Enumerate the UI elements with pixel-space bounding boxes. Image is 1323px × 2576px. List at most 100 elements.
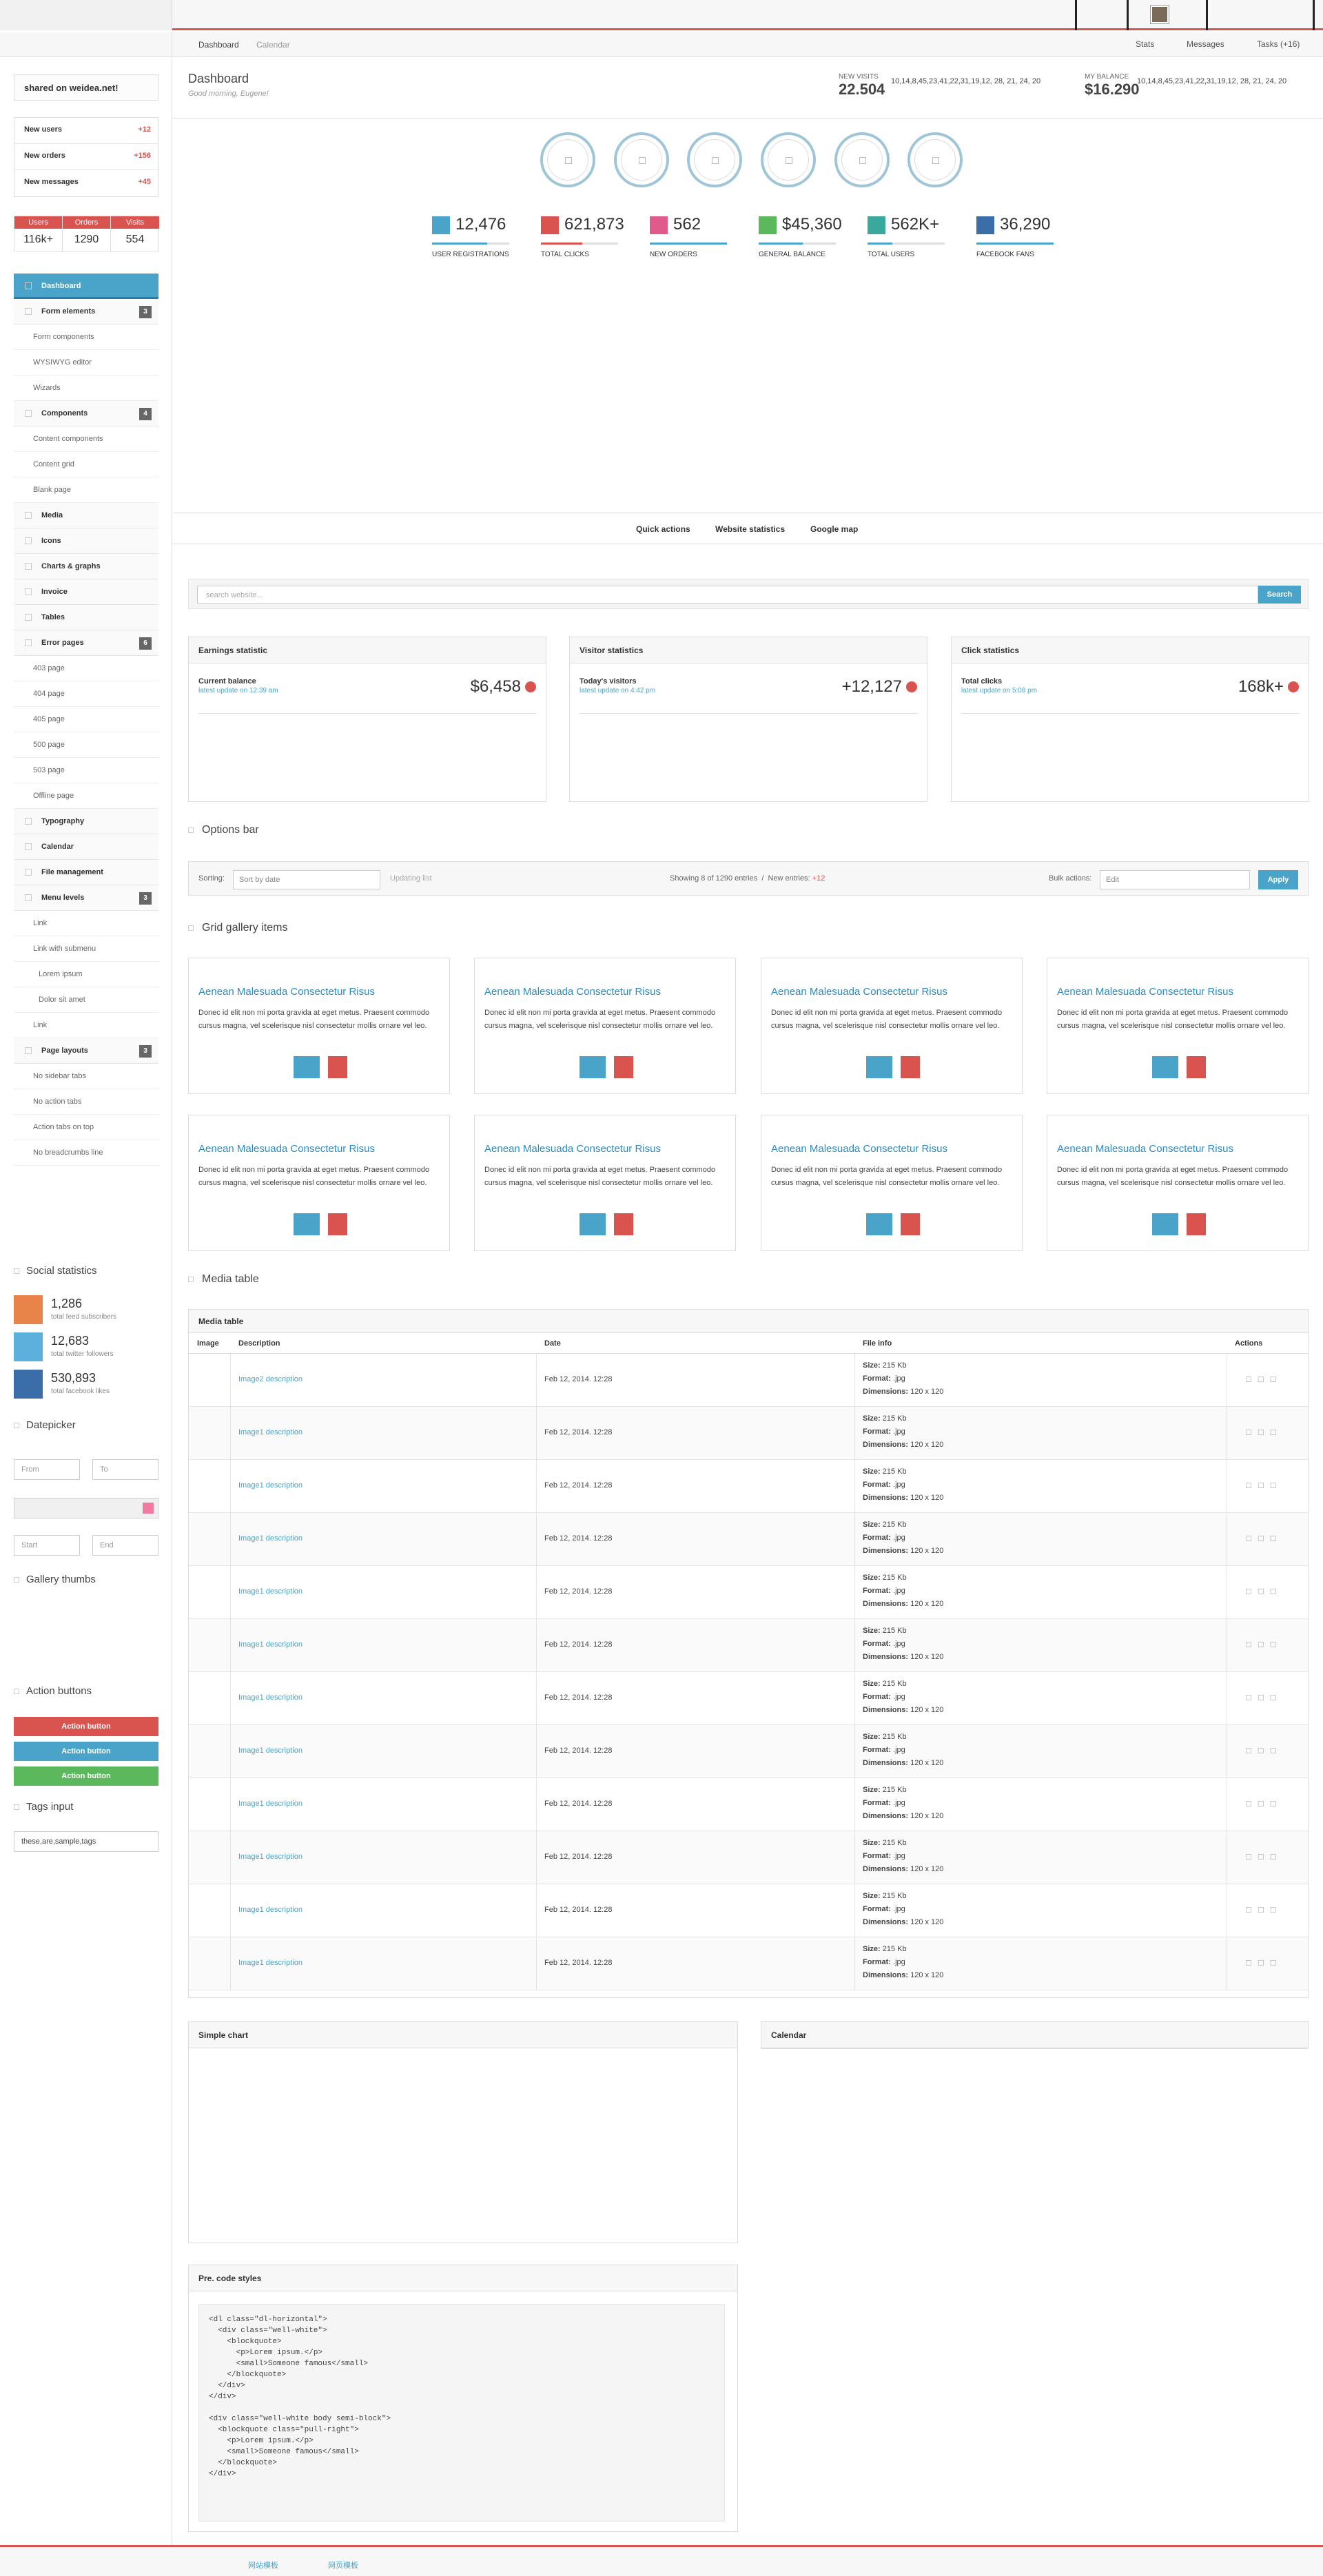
stats-link[interactable]: Stats (1136, 39, 1154, 49)
sidebar-item[interactable]: Tables (14, 605, 158, 630)
sidebar-item[interactable]: File management (14, 860, 158, 885)
delete-button[interactable] (614, 1213, 633, 1235)
user-avatar[interactable] (1151, 6, 1169, 23)
row-actions[interactable]: ☐☐☐ (1245, 1853, 1282, 1862)
sidebar-item[interactable]: Calendar (14, 834, 158, 860)
card-title[interactable]: Aenean Malesuada Consectetur Risus (771, 1143, 947, 1155)
sort-select[interactable]: Sort by date (233, 870, 380, 889)
card-title[interactable]: Aenean Malesuada Consectetur Risus (771, 986, 947, 998)
tasks-link[interactable]: Tasks (+16) (1257, 39, 1300, 49)
circle-button[interactable] (614, 132, 669, 187)
bulk-actions-select[interactable]: Edit (1100, 870, 1250, 889)
row-description[interactable]: Image1 description (238, 1481, 302, 1490)
row-actions[interactable]: ☐☐☐ (1245, 1959, 1282, 1968)
row-actions[interactable]: ☐☐☐ (1245, 1428, 1282, 1437)
row-actions[interactable]: ☐☐☐ (1245, 1906, 1282, 1915)
tab-quick-actions[interactable]: Quick actions (636, 524, 690, 534)
row-description[interactable]: Image1 description (238, 1587, 302, 1596)
sidebar-item[interactable]: Form components (14, 324, 158, 350)
view-button[interactable] (294, 1213, 320, 1235)
footer-link[interactable]: 网站模板 (248, 2559, 278, 2570)
sidebar-item[interactable]: Action tabs on top (14, 1115, 158, 1140)
delete-button[interactable] (1187, 1213, 1206, 1235)
sidebar-item[interactable]: Content components (14, 426, 158, 452)
date-from-input[interactable]: From (14, 1459, 80, 1480)
card-title[interactable]: Aenean Malesuada Consectetur Risus (198, 986, 375, 998)
sidebar-item[interactable]: Form elements 3 (14, 299, 158, 324)
breadcrumb-calendar[interactable]: Calendar (256, 40, 290, 50)
sidebar-item[interactable]: WYSIWYG editor (14, 350, 158, 375)
row-actions[interactable]: ☐☐☐ (1245, 1693, 1282, 1702)
circle-button[interactable] (834, 132, 890, 187)
sidebar-item[interactable]: Components 4 (14, 401, 158, 426)
card-title[interactable]: Aenean Malesuada Consectetur Risus (1057, 1143, 1233, 1155)
row-description[interactable]: Image1 description (238, 1693, 302, 1702)
delete-button[interactable] (328, 1056, 347, 1078)
delete-button[interactable] (1187, 1056, 1206, 1078)
range-start-input[interactable]: Start (14, 1535, 80, 1556)
row-description[interactable]: Image1 description (238, 1746, 302, 1755)
counter-new-users[interactable]: New users +12 (14, 118, 158, 144)
sidebar-item[interactable]: Page layouts 3 (14, 1038, 158, 1064)
view-button[interactable] (580, 1056, 606, 1078)
sidebar-item[interactable]: 404 page (14, 681, 158, 707)
sidebar-item[interactable]: Media (14, 503, 158, 528)
sidebar-item[interactable]: Link (14, 911, 158, 936)
date-to-input[interactable]: To (92, 1459, 158, 1480)
counter-new-orders[interactable]: New orders +156 (14, 144, 158, 170)
sidebar-item[interactable]: Content grid (14, 452, 158, 477)
action-button-blue[interactable]: Action button (14, 1742, 158, 1761)
tab-website-statistics[interactable]: Website statistics (715, 524, 785, 534)
tags-input[interactable]: these,are,sample,tags (14, 1831, 158, 1852)
sidebar-item[interactable]: No sidebar tabs (14, 1064, 158, 1089)
row-actions[interactable]: ☐☐☐ (1245, 1375, 1282, 1384)
range-end-input[interactable]: End (92, 1535, 158, 1556)
view-button[interactable] (866, 1056, 892, 1078)
sidebar-item[interactable]: Typography (14, 809, 158, 834)
view-button[interactable] (294, 1056, 320, 1078)
card-title[interactable]: Aenean Malesuada Consectetur Risus (484, 986, 661, 998)
sidebar-item[interactable]: Link (14, 1013, 158, 1038)
plus-icon[interactable] (1288, 681, 1299, 692)
sidebar-item[interactable]: Blank page (14, 477, 158, 503)
circle-button[interactable] (761, 132, 816, 187)
view-button[interactable] (866, 1213, 892, 1235)
sidebar-item[interactable]: Invoice (14, 579, 158, 605)
sidebar-item[interactable]: No action tabs (14, 1089, 158, 1115)
row-description[interactable]: Image1 description (238, 1906, 302, 1914)
row-actions[interactable]: ☐☐☐ (1245, 1481, 1282, 1490)
sidebar-item[interactable]: Icons (14, 528, 158, 554)
card-title[interactable]: Aenean Malesuada Consectetur Risus (484, 1143, 661, 1155)
delete-button[interactable] (901, 1213, 920, 1235)
counter-new-messages[interactable]: New messages +45 (14, 170, 158, 196)
sidebar-item[interactable]: 500 page (14, 732, 158, 758)
view-button[interactable] (1152, 1056, 1178, 1078)
search-button[interactable]: Search (1258, 586, 1301, 604)
delete-button[interactable] (328, 1213, 347, 1235)
circle-button[interactable] (540, 132, 595, 187)
sidebar-item[interactable]: Error pages 6 (14, 630, 158, 656)
footer-link[interactable]: 网页模板 (328, 2559, 358, 2570)
row-actions[interactable]: ☐☐☐ (1245, 1587, 1282, 1596)
sidebar-item[interactable]: Menu levels 3 (14, 885, 158, 911)
view-button[interactable] (580, 1213, 606, 1235)
plus-icon[interactable] (906, 681, 917, 692)
sidebar-item[interactable]: Dolor sit amet (14, 987, 158, 1013)
row-actions[interactable]: ☐☐☐ (1245, 1800, 1282, 1809)
circle-button[interactable] (687, 132, 742, 187)
messages-link[interactable]: Messages (1187, 39, 1224, 49)
sidebar-item[interactable]: Lorem ipsum (14, 962, 158, 987)
row-actions[interactable]: ☐☐☐ (1245, 1534, 1282, 1543)
apply-button[interactable]: Apply (1258, 870, 1298, 889)
row-description[interactable]: Image1 description (238, 1640, 302, 1649)
sidebar-item[interactable]: Charts & graphs (14, 554, 158, 579)
action-button-green[interactable]: Action button (14, 1766, 158, 1786)
delete-button[interactable] (901, 1056, 920, 1078)
breadcrumb-dashboard[interactable]: Dashboard (198, 40, 239, 50)
row-actions[interactable]: ☐☐☐ (1245, 1746, 1282, 1755)
sidebar-item[interactable]: 405 page (14, 707, 158, 732)
color-picker-input[interactable] (14, 1498, 158, 1518)
sidebar-item[interactable]: Offline page (14, 783, 158, 809)
plus-icon[interactable] (525, 681, 536, 692)
sidebar-item[interactable]: 403 page (14, 656, 158, 681)
